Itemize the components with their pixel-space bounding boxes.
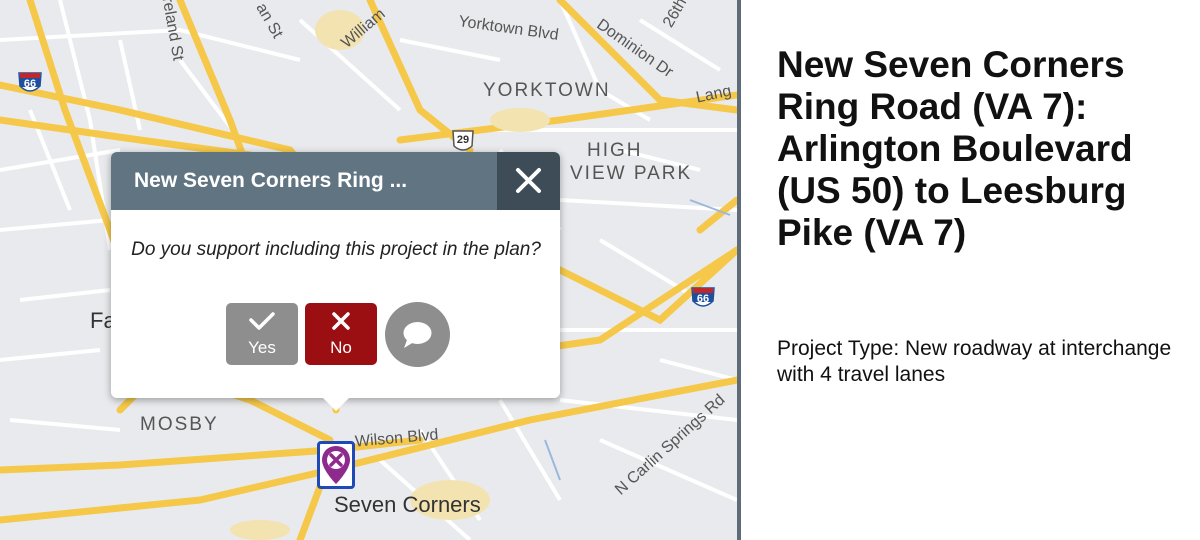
check-icon: [249, 312, 275, 330]
shield-number: 66: [696, 293, 710, 305]
place-label-seven-corners: Seven Corners: [334, 492, 481, 517]
area-label: MOSBY: [140, 414, 219, 435]
area-label: HIGH: [587, 140, 643, 161]
no-button-label: No: [330, 338, 352, 357]
map-pin-x-icon: [322, 446, 350, 484]
comment-button[interactable]: [385, 302, 450, 367]
project-details-panel: New Seven Corners Ring Road (VA 7): Arli…: [741, 0, 1200, 540]
interstate-shield-icon: 66: [17, 70, 43, 96]
comment-icon: [403, 322, 432, 348]
project-type: Project Type: New roadway at interchange…: [777, 337, 1172, 386]
project-popup: New Seven Corners Ring ... Do you suppor…: [111, 152, 560, 398]
area-label: VIEW PARK: [570, 163, 693, 184]
us-route-shield-icon: 29: [450, 128, 476, 154]
support-question: Do you support including this project in…: [131, 239, 541, 260]
map[interactable]: Yorktown Blvd Dominion Dr 26th Lang Wils…: [0, 0, 737, 540]
shield-number: 29: [456, 134, 470, 146]
x-icon: [332, 312, 350, 330]
area-label: YORKTOWN: [483, 80, 611, 101]
popup-pointer: [320, 395, 352, 411]
interstate-shield-icon: 66: [690, 285, 716, 311]
yes-button[interactable]: Yes: [226, 303, 298, 365]
close-icon: [516, 168, 541, 193]
project-title: New Seven Corners Ring Road (VA 7): Arli…: [777, 44, 1133, 253]
no-button[interactable]: No: [305, 303, 377, 365]
yes-button-label: Yes: [248, 338, 276, 357]
close-button[interactable]: [497, 152, 560, 210]
shield-number: 66: [23, 78, 37, 90]
popup-title: New Seven Corners Ring ...: [111, 152, 497, 210]
project-marker[interactable]: [317, 441, 355, 489]
